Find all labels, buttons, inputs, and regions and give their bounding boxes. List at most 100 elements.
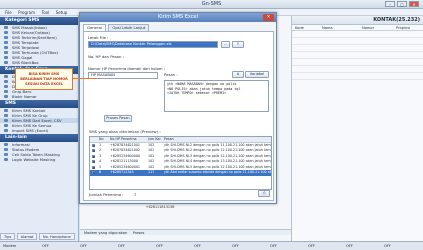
table-cell: +6285712345: [110, 170, 134, 174]
maximize-button[interactable]: ▢: [397, 1, 407, 7]
status-label: Modem: [3, 244, 17, 248]
preview-list: No No HP Penerima Jum Kar Pesan 1 +628783…: [89, 136, 272, 190]
sidebar-section-kategori[interactable]: Kategori SMS: [0, 17, 78, 25]
menu-program[interactable]: Program: [18, 9, 35, 16]
table-cell: 117: [148, 170, 155, 174]
table-cell: yth Abd ardiar susanto atande dengan no …: [164, 170, 272, 174]
status-item: OFF: [42, 244, 49, 248]
row-checkbox[interactable]: [92, 171, 95, 174]
pending-icon: [4, 51, 8, 54]
tab-modem[interactable]: Modem yang digunakan: [84, 231, 127, 235]
row-checkbox[interactable]: [92, 165, 95, 169]
minimize-button[interactable]: –: [385, 1, 395, 7]
failed-icon: [4, 56, 8, 59]
modem-icon: [4, 148, 8, 151]
sidebar: Kategori SMS SMS Masuk(Inbox) SMS Keluar…: [0, 16, 79, 241]
row-checkbox[interactable]: [92, 143, 95, 147]
dialog-title-bar[interactable]: Kirim SMS Excel ✕: [80, 13, 276, 22]
proses-pesan-button[interactable]: Proses Pesan: [104, 115, 132, 122]
website-icon: [4, 158, 8, 161]
main-tabs: Modem yang digunakan Proses: [80, 229, 291, 235]
tab-handphone[interactable]: No. Handphone: [38, 233, 75, 240]
recipients-label: Jumlah Penerima :: [89, 192, 124, 197]
close-button[interactable]: ✕: [409, 1, 419, 7]
blackbox-icon: [4, 61, 8, 64]
sent-icon: [4, 36, 8, 39]
table-row[interactable]: [292, 52, 423, 59]
dialog-panel: Letak File : D:\Data\SMS\Database Kontak…: [83, 31, 274, 201]
contacts-grid: [292, 31, 423, 80]
block-icon: [4, 95, 8, 98]
message-textarea[interactable]: yth <NAMA MASABAH> dengan no polis <NO P…: [164, 80, 269, 112]
sms-icon: [4, 109, 8, 112]
status-item: OFF: [346, 244, 353, 248]
sidebar-section-sms[interactable]: SMS: [0, 100, 78, 108]
tab-opsi-lanjut[interactable]: Opsi Lebih Lanjut: [108, 24, 150, 31]
sidebar-item[interactable]: Import SMS (Excel): [0, 128, 78, 133]
menu-setup[interactable]: Setup: [56, 9, 68, 16]
sidebar-section-lain[interactable]: Lain-lain: [0, 134, 78, 142]
schedule-icon: [4, 46, 8, 49]
table-row[interactable]: [292, 45, 423, 52]
status-item: OFF: [194, 244, 201, 248]
file-path-input[interactable]: D:\Data\SMS\Database Kontak Pelanggan.xl…: [88, 41, 218, 48]
tab-tips[interactable]: Tips: [0, 233, 16, 240]
open-button[interactable]: ⇪: [232, 41, 244, 48]
table-row[interactable]: 6 +6285712345 117 yth Abd ardiar susanto at…: [90, 170, 271, 176]
sms-group-icon: [4, 114, 8, 117]
no-hp-label: No. HP dan Pesan :: [88, 54, 124, 59]
browse-button[interactable]: …: [221, 41, 230, 48]
token-icon: [4, 153, 8, 156]
tab-alamat[interactable]: Alamat: [16, 233, 38, 240]
row-checkbox[interactable]: [92, 154, 95, 158]
variabel-button[interactable]: Variabel: [245, 71, 269, 78]
contacts-panel: KONTAK(25.232) Kode Nama Nomor Propinsi: [291, 16, 423, 241]
table-row[interactable]: [292, 31, 423, 38]
group-icon: [4, 85, 8, 88]
menu-tool[interactable]: Tool: [41, 9, 49, 16]
contacts-title: KONTAK(25.232): [292, 16, 423, 25]
status-item: OFF: [384, 244, 391, 248]
add-contact-icon: [4, 80, 8, 83]
status-item: OFF: [156, 244, 163, 248]
sheet-label: Nomor HP Penerima diambil dari kolom :: [88, 66, 166, 71]
sidebar-item[interactable]: Login Website Masking: [0, 157, 78, 162]
print-icon[interactable]: ⎙: [258, 190, 270, 197]
menu-file[interactable]: File: [5, 9, 12, 16]
tip-arrow: [73, 78, 97, 79]
status-item: OFF: [308, 244, 315, 248]
table-row[interactable]: [292, 73, 423, 80]
inbox-icon: [4, 26, 8, 29]
row-checkbox[interactable]: [92, 160, 95, 163]
bottom-tabs: Tips Alamat No. Handphone: [0, 232, 80, 241]
import-icon: [4, 129, 8, 132]
excel-icon: [4, 119, 8, 122]
info-icon: [4, 143, 8, 146]
status-bar: Modem OFF OFF OFF OFF OFF OFF OFF OFF OF…: [0, 241, 423, 250]
status-item: OFF: [80, 244, 87, 248]
pesan-label: Pesan :: [164, 72, 178, 77]
table-row[interactable]: [292, 59, 423, 66]
window-title: Gn-SMS: [201, 1, 222, 7]
font-button[interactable]: A: [232, 71, 244, 78]
sheet-select[interactable]: HP MASABAN: [88, 72, 158, 79]
row-checkbox[interactable]: [92, 149, 95, 152]
table-row[interactable]: [292, 66, 423, 73]
list-item[interactable]: +628111813138: [130, 205, 190, 210]
sidebar-item[interactable]: Blokir Nomor: [0, 94, 78, 99]
recipients-count: 7: [134, 192, 137, 197]
dialog-tabs: General Opsi Lebih Lanjut: [80, 24, 276, 31]
table-row[interactable]: [292, 38, 423, 45]
kirim-sms-excel-dialog: Kirim SMS Excel ✕ General Opsi Lebih Lan…: [79, 12, 277, 204]
sidebar-item[interactable]: SMS BlackBox: [0, 60, 78, 65]
outbox-icon: [4, 31, 8, 34]
status-item: OFF: [118, 244, 125, 248]
tab-general[interactable]: General: [83, 24, 106, 31]
contact-icon: [4, 75, 8, 78]
tip-callout: BISA KIRIM SMS BERLAINAN TIAP NOMOR SESU…: [15, 68, 73, 90]
tab-proses[interactable]: Proses: [133, 231, 145, 235]
list-rows: 1 +6287834621001 102 yth SHI-DMS NL2 dengan…: [90, 143, 271, 176]
title-bar: Gn-SMS – ▢ ✕: [0, 0, 423, 9]
dialog-title: Kirim SMS Excel: [157, 14, 199, 20]
dialog-close-button[interactable]: ✕: [263, 14, 274, 21]
